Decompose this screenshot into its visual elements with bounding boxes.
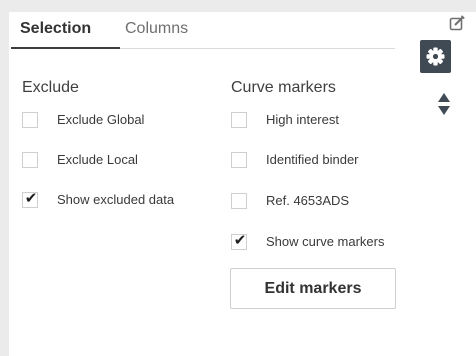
exclude-global-checkbox[interactable]: ✔: [22, 112, 38, 128]
exclude-title: Exclude: [22, 79, 79, 96]
sort-updown-icon[interactable]: [437, 92, 451, 116]
tab-columns[interactable]: Columns: [125, 20, 188, 38]
show-curve-markers-checkbox[interactable]: ✔: [231, 232, 247, 250]
ref-4653ads-option[interactable]: ✔ Ref. 4653ADS: [231, 193, 401, 213]
exclude-global-label: Exclude Global: [57, 112, 145, 127]
identified-binder-option[interactable]: ✔ Identified binder: [231, 152, 401, 172]
tab-selection[interactable]: Selection: [20, 20, 91, 38]
exclude-local-option[interactable]: ✔ Exclude Local: [22, 152, 192, 172]
tab-divider: [120, 48, 395, 49]
show-curve-markers-label: Show curve markers: [266, 234, 385, 249]
gear-icon: [426, 47, 445, 66]
ref-4653ads-checkbox[interactable]: ✔: [231, 193, 247, 209]
exclude-local-label: Exclude Local: [57, 152, 138, 167]
high-interest-option[interactable]: ✔ High interest: [231, 112, 401, 132]
exclude-global-option[interactable]: ✔ Exclude Global: [22, 112, 192, 132]
show-excluded-data-label: Show excluded data: [57, 192, 175, 207]
checkmark-icon: ✔: [233, 232, 247, 249]
active-tab-indicator: [11, 47, 120, 49]
high-interest-label: High interest: [266, 112, 339, 127]
settings-button[interactable]: [420, 40, 451, 73]
popout-icon[interactable]: [449, 15, 465, 31]
identified-binder-checkbox[interactable]: ✔: [231, 152, 247, 168]
identified-binder-label: Identified binder: [266, 152, 359, 167]
show-excluded-data-option[interactable]: ✔ Show excluded data: [22, 190, 202, 212]
high-interest-checkbox[interactable]: ✔: [231, 112, 247, 128]
show-curve-markers-option[interactable]: ✔ Show curve markers: [231, 232, 401, 254]
edit-markers-button[interactable]: Edit markers: [230, 268, 396, 309]
curve-markers-title: Curve markers: [231, 79, 336, 96]
checkmark-icon: ✔: [24, 190, 38, 207]
exclude-local-checkbox[interactable]: ✔: [22, 152, 38, 168]
show-excluded-data-checkbox[interactable]: ✔: [22, 190, 38, 208]
ref-4653ads-label: Ref. 4653ADS: [266, 193, 350, 208]
